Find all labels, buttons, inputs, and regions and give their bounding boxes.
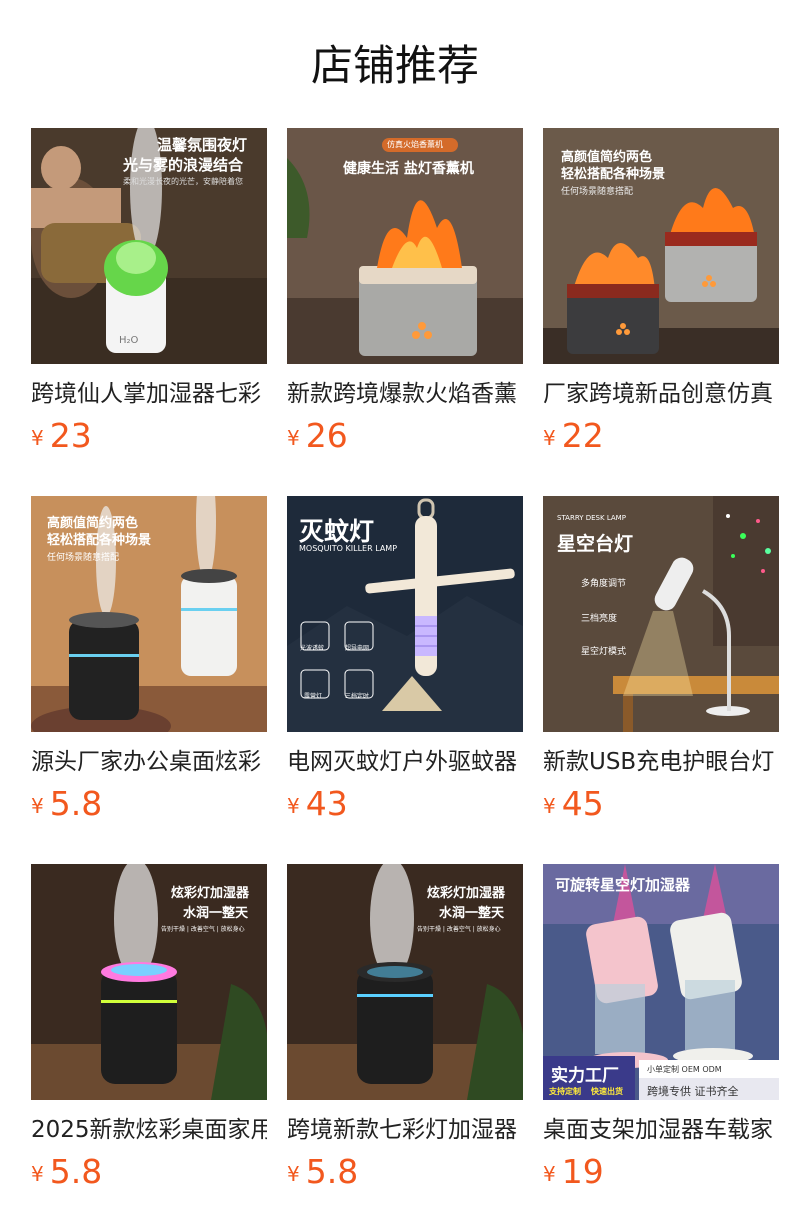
product-card[interactable]: 可旋转星空灯加湿器 实力工厂 小单定制 OEM ODM 支持定制 快速出货 跨境… xyxy=(543,864,779,1200)
product-price: ¥26 xyxy=(287,416,348,456)
currency-symbol: ¥ xyxy=(543,426,556,450)
currency-symbol: ¥ xyxy=(287,1162,300,1186)
product-image[interactable]: 炫彩灯加湿器 水润一整天 告别干燥 | 改善空气 | 放松身心 xyxy=(31,864,267,1100)
section-title: 店铺推荐 xyxy=(310,41,479,90)
image-text: 实力工厂 xyxy=(551,1066,619,1086)
image-text: MOSQUITO KILLER LAMP xyxy=(299,544,398,553)
image-text: 光波诱蚊 xyxy=(300,645,325,652)
image-text: 多角度调节 xyxy=(581,579,627,589)
product-card[interactable]: 炫彩灯加湿器 水润一整天 告别干燥 | 改善空气 | 放松身心 跨境新款七彩灯加… xyxy=(287,864,523,1200)
image-text: 健康生活 盐灯香薰机 xyxy=(343,161,474,177)
image-text: 告别干燥 | 改善空气 | 放松身心 xyxy=(417,926,501,933)
product-image[interactable]: 仿真火焰香薰机 健康生活 盐灯香薰机 xyxy=(287,128,523,364)
product-grid: H₂O 温馨氛围夜灯 光与雾的浪漫结合 柔和光漫长夜的光芒，安静陪着您 跨境仙人… xyxy=(31,128,779,1218)
image-text: 光与雾的浪漫结合 xyxy=(123,156,244,174)
image-text: 温馨氛围夜灯 xyxy=(157,136,248,154)
image-text: 柔和光漫长夜的光芒，安静陪着您 xyxy=(123,177,243,186)
product-name[interactable]: 跨境仙人掌加湿器七彩 xyxy=(31,378,267,410)
image-text: 灭蚊灯 xyxy=(299,517,375,546)
product-name[interactable]: 源头厂家办公桌面炫彩 xyxy=(31,746,267,778)
product-card[interactable]: 高颜值简约两色 轻松搭配各种场景 任何场景随意搭配 厂家跨境新品创意仿真 ¥22 xyxy=(543,128,779,464)
price-value: 26 xyxy=(305,416,348,455)
product-image[interactable]: 高颜值简约两色 轻松搭配各种场景 任何场景随意搭配 xyxy=(543,128,779,364)
product-name[interactable]: 桌面支架加湿器车载家 xyxy=(543,1114,779,1146)
product-price: ¥22 xyxy=(543,416,604,456)
price-value: 19 xyxy=(561,1152,604,1191)
image-text: STARRY DESK LAMP xyxy=(557,514,626,522)
product-image[interactable]: 可旋转星空灯加湿器 实力工厂 小单定制 OEM ODM 支持定制 快速出货 跨境… xyxy=(543,864,779,1100)
price-value: 5.8 xyxy=(305,1152,359,1191)
currency-symbol: ¥ xyxy=(543,1162,556,1186)
image-text: 轻松搭配各种场景 xyxy=(47,533,152,548)
product-image[interactable]: 高颜值简约两色 轻松搭配各种场景 任何场景随意搭配 xyxy=(31,496,267,732)
product-price: ¥45 xyxy=(543,784,604,824)
product-image[interactable]: 灭蚊灯 MOSQUITO KILLER LAMP 光波诱蚊 超导电网 露营灯 三… xyxy=(287,496,523,732)
image-text: 小单定制 OEM ODM xyxy=(647,1065,722,1074)
product-price: ¥5.8 xyxy=(31,784,102,824)
product-name[interactable]: 新款USB充电护眼台灯 xyxy=(543,746,779,778)
image-text: 跨境专供 证书齐全 xyxy=(647,1085,739,1098)
price-value: 23 xyxy=(49,416,92,455)
image-text: 任何场景随意搭配 xyxy=(561,187,634,197)
product-card[interactable]: 高颜值简约两色 轻松搭配各种场景 任何场景随意搭配 源头厂家办公桌面炫彩 ¥5.… xyxy=(31,496,267,832)
product-card[interactable]: 灭蚊灯 MOSQUITO KILLER LAMP 光波诱蚊 超导电网 露营灯 三… xyxy=(287,496,523,832)
product-price: ¥19 xyxy=(543,1152,604,1192)
image-text: 三档定时 xyxy=(345,693,370,700)
image-text: 仿真火焰香薰机 xyxy=(387,140,443,149)
image-text: 水润一整天 xyxy=(439,906,505,921)
product-price: ¥5.8 xyxy=(287,1152,358,1192)
image-text: 支持定制 xyxy=(549,1087,581,1096)
currency-symbol: ¥ xyxy=(31,1162,44,1186)
image-text: 三档亮度 xyxy=(581,614,618,624)
image-text: 星空台灯 xyxy=(557,533,634,555)
product-name[interactable]: 跨境新款七彩灯加湿器 xyxy=(287,1114,523,1146)
currency-symbol: ¥ xyxy=(287,794,300,818)
currency-symbol: ¥ xyxy=(31,794,44,818)
product-name[interactable]: 厂家跨境新品创意仿真 xyxy=(543,378,779,410)
currency-symbol: ¥ xyxy=(31,426,44,450)
image-text: 超导电网 xyxy=(345,645,370,652)
product-price: ¥23 xyxy=(31,416,92,456)
product-price: ¥43 xyxy=(287,784,348,824)
product-name[interactable]: 新款跨境爆款火焰香薰 xyxy=(287,378,523,410)
image-text: 任何场景随意搭配 xyxy=(47,553,120,563)
price-value: 22 xyxy=(561,416,604,455)
image-text: 快速出货 xyxy=(591,1087,623,1096)
price-value: 45 xyxy=(561,784,604,823)
image-text: 可旋转星空灯加湿器 xyxy=(555,876,691,894)
price-value: 5.8 xyxy=(49,1152,103,1191)
product-card[interactable]: STARRY DESK LAMP 星空台灯 多角度调节 三档亮度 星空灯模式 新… xyxy=(543,496,779,832)
product-price: ¥5.8 xyxy=(31,1152,102,1192)
image-text: 轻松搭配各种场景 xyxy=(561,167,666,182)
product-image[interactable]: 炫彩灯加湿器 水润一整天 告别干燥 | 改善空气 | 放松身心 xyxy=(287,864,523,1100)
image-text: 星空灯模式 xyxy=(581,647,627,657)
price-value: 5.8 xyxy=(49,784,103,823)
image-text: 炫彩灯加湿器 xyxy=(427,886,506,901)
price-value: 43 xyxy=(305,784,348,823)
product-image[interactable]: H₂O 温馨氛围夜灯 光与雾的浪漫结合 柔和光漫长夜的光芒，安静陪着您 xyxy=(31,128,267,364)
currency-symbol: ¥ xyxy=(287,426,300,450)
product-card[interactable]: 炫彩灯加湿器 水润一整天 告别干燥 | 改善空气 | 放松身心 2025新款炫彩… xyxy=(31,864,267,1200)
image-text: 露营灯 xyxy=(304,693,323,700)
image-text: 炫彩灯加湿器 xyxy=(171,886,250,901)
image-text: 告别干燥 | 改善空气 | 放松身心 xyxy=(161,926,245,933)
svg-text:H₂O: H₂O xyxy=(119,335,139,346)
image-text: 水润一整天 xyxy=(183,906,249,921)
currency-symbol: ¥ xyxy=(543,794,556,818)
product-name[interactable]: 2025新款炫彩桌面家用 xyxy=(31,1114,267,1146)
product-name[interactable]: 电网灭蚊灯户外驱蚊器 xyxy=(287,746,523,778)
product-card[interactable]: 仿真火焰香薰机 健康生活 盐灯香薰机 新款跨境爆款火焰香薰 ¥26 xyxy=(287,128,523,464)
product-card[interactable]: H₂O 温馨氛围夜灯 光与雾的浪漫结合 柔和光漫长夜的光芒，安静陪着您 跨境仙人… xyxy=(31,128,267,464)
product-image[interactable]: STARRY DESK LAMP 星空台灯 多角度调节 三档亮度 星空灯模式 xyxy=(543,496,779,732)
